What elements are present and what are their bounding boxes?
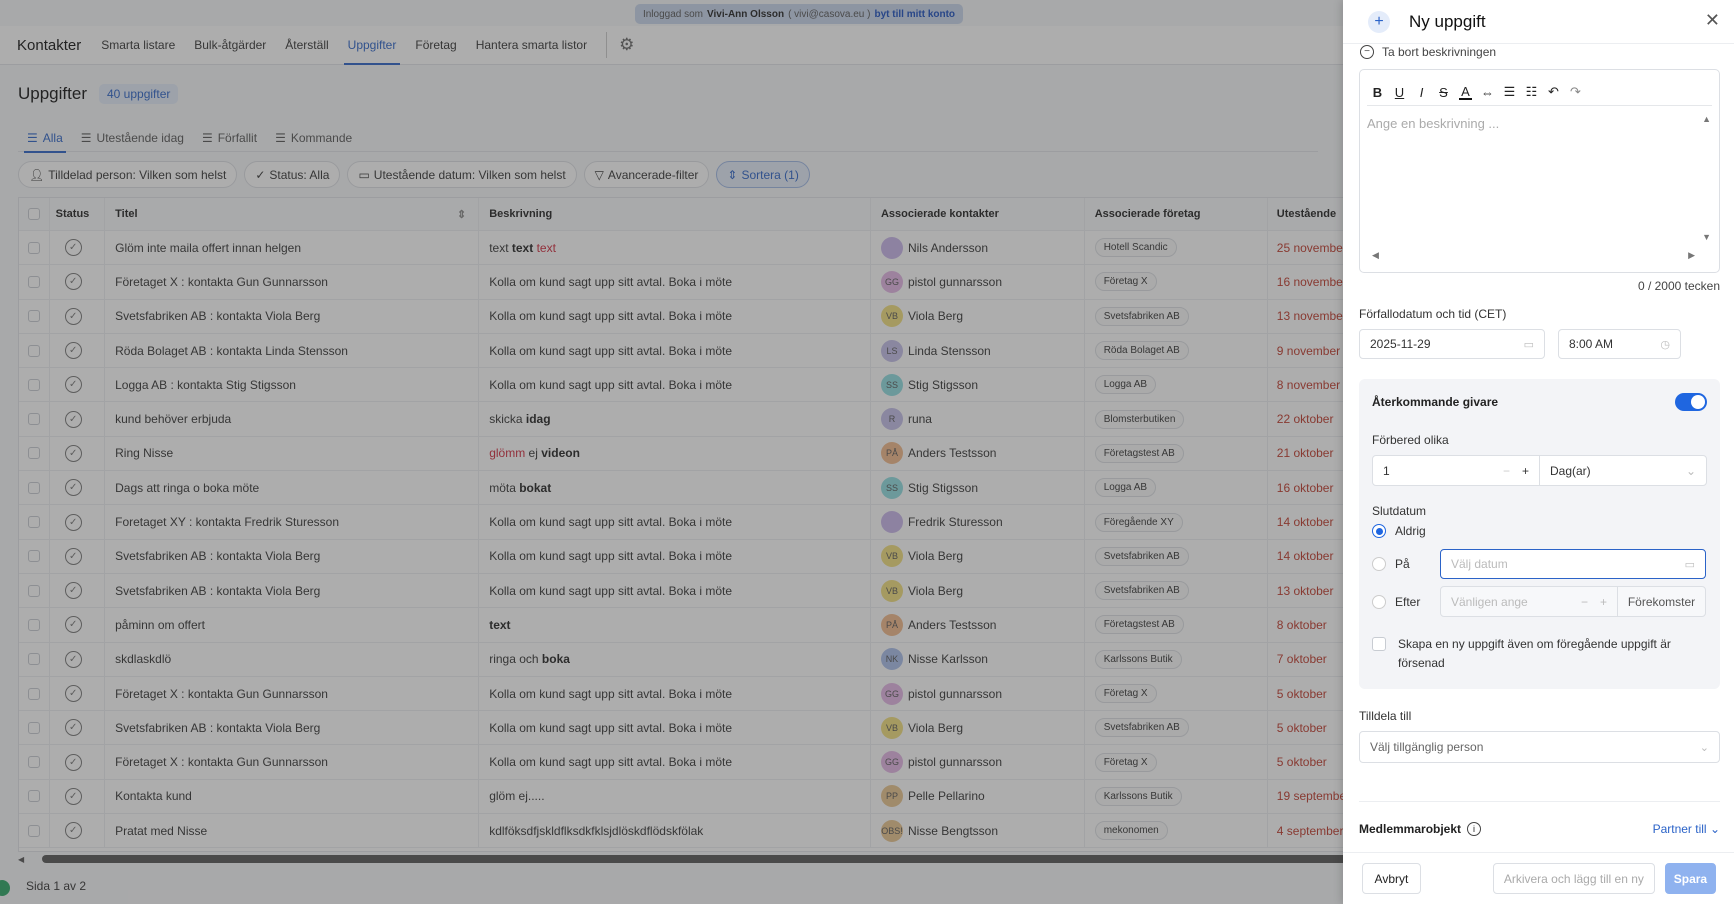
due-time-value: 8:00 AM: [1569, 337, 1614, 351]
close-icon[interactable]: ✕: [1705, 10, 1720, 31]
description-editor[interactable]: B U I S A ⇔ ☰ ☷ ↶ ↷ Ange en beskrivning …: [1359, 69, 1720, 273]
plus-icon[interactable]: +: [1522, 464, 1529, 478]
remove-description-label: Ta bort beskrivningen: [1382, 45, 1497, 59]
chevron-down-icon: ⌄: [1685, 463, 1696, 478]
info-icon[interactable]: i: [1467, 822, 1482, 836]
italic-icon[interactable]: I: [1415, 85, 1428, 100]
assign-select[interactable]: Välj tillgänglig person ⌄: [1359, 731, 1720, 763]
create-anyway-label: Skapa en ny uppgift även om föregående u…: [1398, 637, 1671, 670]
occurrences-input[interactable]: Vänligen ange − +: [1441, 587, 1618, 616]
recurring-title: Återkommande givare: [1372, 395, 1499, 409]
assign-label: Tilldela till: [1359, 709, 1412, 723]
due-time-input[interactable]: 8:00 AM ◷: [1558, 329, 1681, 359]
partner-dropdown[interactable]: Partner till ⌄: [1653, 822, 1720, 836]
editor-toolbar: B U I S A ⇔ ☰ ☷ ↶ ↷: [1367, 70, 1712, 106]
create-anyway-checkbox[interactable]: [1372, 637, 1386, 651]
underline-icon[interactable]: U: [1393, 85, 1406, 100]
interval-unit-select[interactable]: Dag(ar) ⌄: [1540, 456, 1706, 485]
panel-footer: Avbryt Arkivera och lägg till en ny Spar…: [1343, 852, 1734, 904]
redo-icon[interactable]: ↷: [1569, 84, 1582, 100]
end-date-input[interactable]: Välj datum ▭: [1440, 549, 1706, 579]
radio-label: Aldrig: [1395, 524, 1426, 538]
text-color-icon[interactable]: A: [1459, 85, 1472, 100]
new-task-panel: + Ny uppgift ✕ − Ta bort beskrivningen B …: [1343, 0, 1734, 904]
minus-icon[interactable]: −: [1581, 595, 1588, 609]
undo-icon[interactable]: ↶: [1547, 84, 1560, 100]
remove-description-button[interactable]: − Ta bort beskrivningen: [1359, 45, 1718, 59]
radio-selected: [1372, 524, 1386, 538]
due-label: Förfallodatum och tid (CET): [1359, 307, 1507, 321]
recurring-section: Återkommande givare Förbered olika 1 − + …: [1359, 379, 1720, 689]
interval-stepper[interactable]: 1 − +: [1373, 456, 1540, 485]
cancel-button[interactable]: Avbryt: [1362, 863, 1421, 894]
occurrences-group: Vänligen ange − + Förekomster: [1440, 586, 1706, 617]
occurrences-placeholder: Vänligen ange: [1451, 594, 1528, 609]
plus-icon[interactable]: +: [1600, 595, 1607, 609]
end-after-radio[interactable]: Efter: [1372, 591, 1440, 613]
chevron-down-icon: ⌄: [1709, 822, 1720, 836]
minus-circle-icon: −: [1360, 45, 1374, 59]
calendar-icon: ▭: [1684, 558, 1695, 571]
bold-icon[interactable]: B: [1371, 85, 1384, 100]
numbered-list-icon[interactable]: ☷: [1525, 84, 1538, 100]
interval-value: 1: [1383, 463, 1390, 478]
end-date-label: Slutdatum: [1372, 504, 1427, 518]
prepare-label: Förbered olika: [1372, 433, 1449, 447]
radio-label: Efter: [1395, 594, 1421, 609]
scroll-down-icon[interactable]: ▼: [1702, 232, 1711, 242]
radio-unselected: [1372, 594, 1386, 609]
save-button[interactable]: Spara: [1664, 863, 1716, 894]
members-label: Medlemmarobjekt: [1359, 822, 1462, 836]
modal-overlay[interactable]: [0, 0, 1343, 904]
due-date-value: 2025-11-29: [1370, 337, 1431, 351]
char-count: 0 / 2000 tecken: [1637, 279, 1720, 293]
end-date-placeholder: Välj datum: [1451, 557, 1508, 571]
occurrences-label: Förekomster: [1627, 594, 1696, 609]
due-date-input[interactable]: 2025-11-29 ▭: [1359, 329, 1545, 359]
description-placeholder: Ange en beskrivning ...: [1367, 116, 1500, 131]
scroll-left-icon[interactable]: ◀: [1372, 250, 1379, 261]
clock-icon: ◷: [1660, 338, 1670, 351]
scroll-right-icon[interactable]: ▶: [1688, 250, 1695, 261]
assign-placeholder: Välj tillgänglig person: [1370, 740, 1484, 754]
minus-icon[interactable]: −: [1503, 464, 1510, 478]
end-on-radio[interactable]: På: [1372, 553, 1440, 575]
bullet-list-icon[interactable]: ☰: [1503, 84, 1516, 100]
calendar-icon: ▭: [1523, 338, 1534, 351]
plus-icon: +: [1368, 10, 1390, 33]
radio-label: På: [1395, 557, 1410, 571]
panel-header: + Ny uppgift ✕: [1343, 0, 1734, 44]
partner-label: Partner till: [1652, 822, 1707, 836]
archive-and-add-button[interactable]: Arkivera och lägg till en ny: [1492, 863, 1655, 894]
end-never-radio[interactable]: Aldrig: [1372, 520, 1707, 542]
recurring-toggle[interactable]: [1675, 393, 1707, 411]
radio-unselected: [1372, 557, 1386, 571]
link-icon[interactable]: ⇔: [1481, 85, 1494, 100]
interval-unit-value: Dag(ar): [1550, 463, 1591, 478]
strikethrough-icon[interactable]: S: [1437, 85, 1450, 100]
panel-title: Ny uppgift: [1409, 11, 1486, 31]
chevron-down-icon: ⌄: [1699, 741, 1709, 754]
scroll-up-icon[interactable]: ▲: [1702, 114, 1711, 124]
interval-group: 1 − + Dag(ar) ⌄: [1372, 455, 1707, 486]
